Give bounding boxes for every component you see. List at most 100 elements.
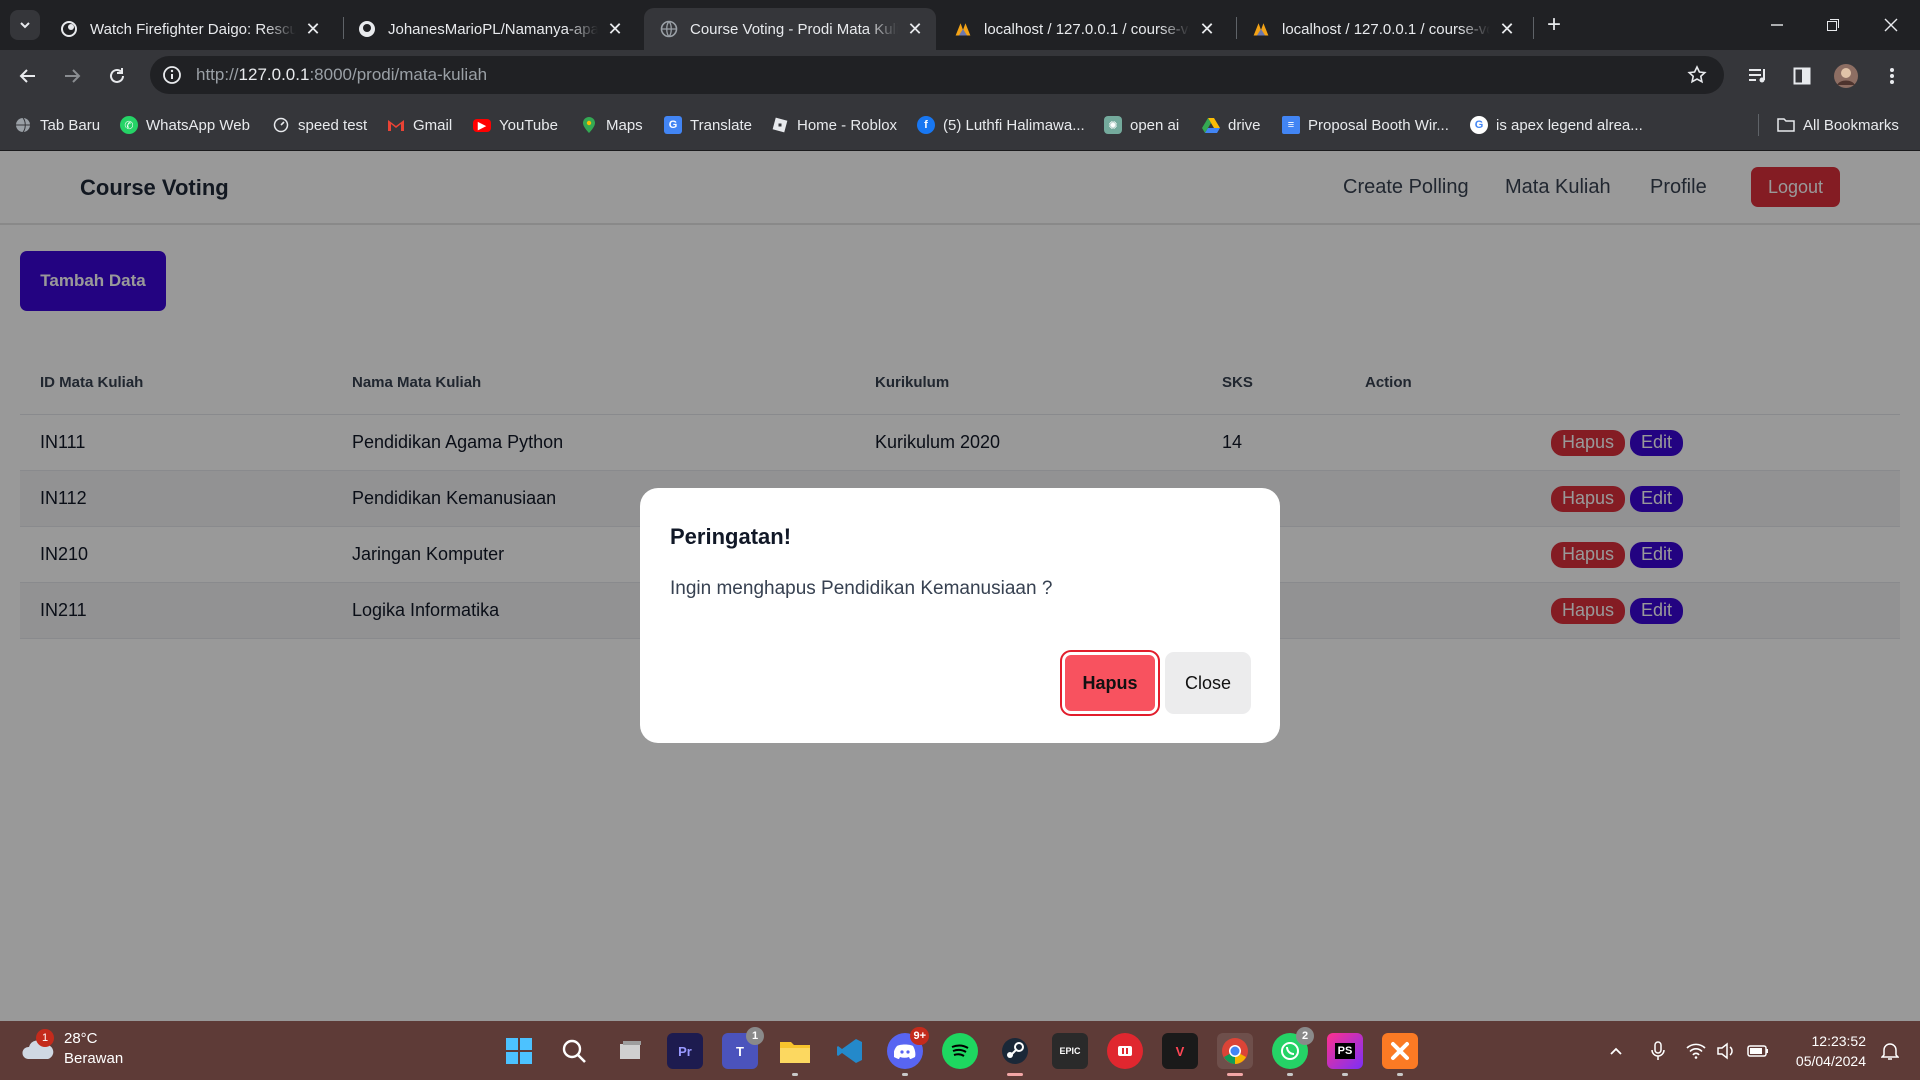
back-arrow-icon[interactable] (12, 60, 44, 92)
windows-start-icon[interactable] (501, 1033, 537, 1069)
microphone-icon[interactable] (1646, 1039, 1670, 1063)
tab-github[interactable]: JohanesMarioPL/Namanya-apa ✕ (342, 8, 636, 50)
wifi-icon[interactable] (1684, 1039, 1708, 1063)
bookmark-facebook[interactable]: f (5) Luthfi Halimawa... (917, 114, 1085, 136)
phpmyadmin-icon (954, 20, 972, 38)
bookmark-tab-baru[interactable]: Tab Baru (14, 114, 100, 136)
file-explorer-icon[interactable] (777, 1033, 813, 1076)
running-indicator (792, 1073, 798, 1076)
close-window-icon[interactable] (1876, 10, 1906, 40)
teams-icon[interactable]: T1 (722, 1027, 764, 1069)
bookmarks-bar: Tab Baru ✆ WhatsApp Web speed test Gmail … (0, 100, 1920, 151)
bookmark-proposal-booth[interactable]: ≡ Proposal Booth Wir... (1282, 114, 1449, 136)
tab-course-voting[interactable]: Course Voting - Prodi Mata Kuli ✕ (644, 8, 936, 50)
gmail-icon (387, 116, 405, 134)
vscode-icon[interactable] (832, 1033, 868, 1069)
side-panel-icon[interactable] (1786, 60, 1818, 92)
media-control-icon[interactable] (1742, 60, 1774, 92)
search-icon[interactable] (556, 1033, 592, 1069)
task-view-icon[interactable] (612, 1033, 648, 1069)
reload-icon[interactable] (101, 60, 133, 92)
drive-icon (1202, 116, 1220, 134)
app-label: EPIC (1059, 1046, 1081, 1056)
browser-toolbar: http://127.0.0.1:8000/prodi/mata-kuliah (0, 50, 1920, 100)
bookmark-label: Maps (606, 116, 643, 134)
tab-crunchyroll[interactable]: Watch Firefighter Daigo: Rescue ✕ (44, 8, 334, 50)
all-bookmarks[interactable]: All Bookmarks (1758, 114, 1899, 136)
dialog-title: Peringatan! (670, 524, 792, 549)
bookmark-label: drive (1228, 116, 1261, 134)
translate-icon: G (664, 116, 682, 134)
game-app-icon[interactable] (1107, 1033, 1143, 1069)
profile-avatar[interactable] (1830, 60, 1862, 92)
url-prefix: http:// (196, 65, 239, 84)
tab-separator (1533, 17, 1534, 39)
close-icon[interactable]: ✕ (606, 19, 624, 39)
minimize-icon[interactable] (1762, 10, 1792, 40)
roblox-icon (771, 116, 789, 134)
whatsapp-icon: ✆ (120, 116, 138, 134)
new-tab-button[interactable]: + (1542, 13, 1566, 38)
steam-icon[interactable] (997, 1033, 1033, 1076)
tab-phpmyadmin-2[interactable]: localhost / 127.0.0.1 / course-vo ✕ (1236, 8, 1528, 50)
tab-search-button[interactable] (10, 10, 40, 40)
bookmark-drive[interactable]: drive (1202, 114, 1261, 136)
url-path: :8000/prodi/mata-kuliah (309, 65, 488, 84)
bookmark-gmail[interactable]: Gmail (387, 114, 452, 136)
bookmark-translate[interactable]: G Translate (664, 114, 752, 136)
bookmark-label: is apex legend alrea... (1496, 116, 1643, 134)
bookmark-youtube[interactable]: ▶ YouTube (473, 114, 558, 136)
folder-icon (1777, 116, 1795, 134)
facebook-icon: f (917, 116, 935, 134)
battery-charging-icon[interactable] (1746, 1039, 1770, 1063)
confirm-hapus-button[interactable]: Hapus (1062, 652, 1158, 714)
spotify-icon[interactable] (942, 1033, 978, 1069)
bookmark-roblox[interactable]: Home - Roblox (771, 114, 897, 136)
bookmark-speed-test[interactable]: speed test (272, 114, 367, 136)
close-button[interactable]: Close (1165, 652, 1251, 714)
close-icon[interactable]: ✕ (304, 19, 322, 39)
chrome-icon[interactable] (1217, 1033, 1253, 1076)
bookmark-openai[interactable]: ✺ open ai (1104, 114, 1179, 136)
globe-icon (14, 116, 32, 134)
clock-time: 12:23:52 (1811, 1033, 1867, 1049)
phpstorm-icon[interactable]: PS (1327, 1033, 1363, 1076)
globe-icon (660, 20, 678, 38)
more-menu-icon[interactable] (1876, 60, 1908, 92)
system-clock[interactable]: 12:23:52 05/04/2024 (1790, 1031, 1866, 1071)
bookmark-apex-search[interactable]: Gis apex legend alrea... (1470, 114, 1643, 136)
bookmark-label: speed test (298, 116, 368, 134)
xampp-icon[interactable] (1382, 1033, 1418, 1076)
clock-date: 05/04/2024 (1795, 1053, 1866, 1069)
epic-games-icon[interactable]: EPIC (1052, 1033, 1088, 1069)
chevron-up-icon[interactable] (1604, 1039, 1628, 1063)
volume-icon[interactable] (1714, 1039, 1738, 1063)
tab-title: localhost / 127.0.0.1 / course-vo (984, 20, 1190, 38)
whatsapp-icon[interactable]: 2 (1272, 1027, 1314, 1076)
weather-temp: 28°C (64, 1030, 98, 1047)
openai-icon: ✺ (1104, 116, 1122, 134)
phpmyadmin-icon (1252, 20, 1270, 38)
forward-arrow-icon[interactable] (56, 60, 88, 92)
notification-bell-icon[interactable] (1878, 1039, 1902, 1063)
running-indicator (1397, 1073, 1403, 1076)
close-icon[interactable]: ✕ (1498, 19, 1516, 39)
discord-icon[interactable]: 9+ (887, 1027, 929, 1076)
tab-phpmyadmin-1[interactable]: localhost / 127.0.0.1 / course-vo ✕ (938, 8, 1228, 50)
weather-widget[interactable]: 1 28°C Berawan (20, 1029, 123, 1069)
bookmark-label: All Bookmarks (1803, 116, 1899, 134)
bookmark-star-icon[interactable] (1686, 64, 1708, 86)
bookmark-whatsapp[interactable]: ✆ WhatsApp Web (120, 114, 250, 136)
premiere-pro-icon[interactable]: Pr (667, 1033, 703, 1069)
page-viewport: Course Voting Create Polling Mata Kuliah… (0, 151, 1920, 1021)
close-icon[interactable]: ✕ (906, 19, 924, 39)
valorant-icon[interactable]: V (1162, 1033, 1198, 1069)
running-indicator (1227, 1073, 1243, 1076)
address-bar[interactable]: http://127.0.0.1:8000/prodi/mata-kuliah (150, 56, 1724, 94)
bookmark-maps[interactable]: Maps (580, 114, 643, 136)
bookmark-label: WhatsApp Web (146, 116, 250, 134)
google-icon: G (1470, 116, 1488, 134)
close-icon[interactable]: ✕ (1198, 19, 1216, 39)
restore-icon[interactable] (1818, 10, 1848, 40)
site-info-icon[interactable] (162, 65, 182, 85)
